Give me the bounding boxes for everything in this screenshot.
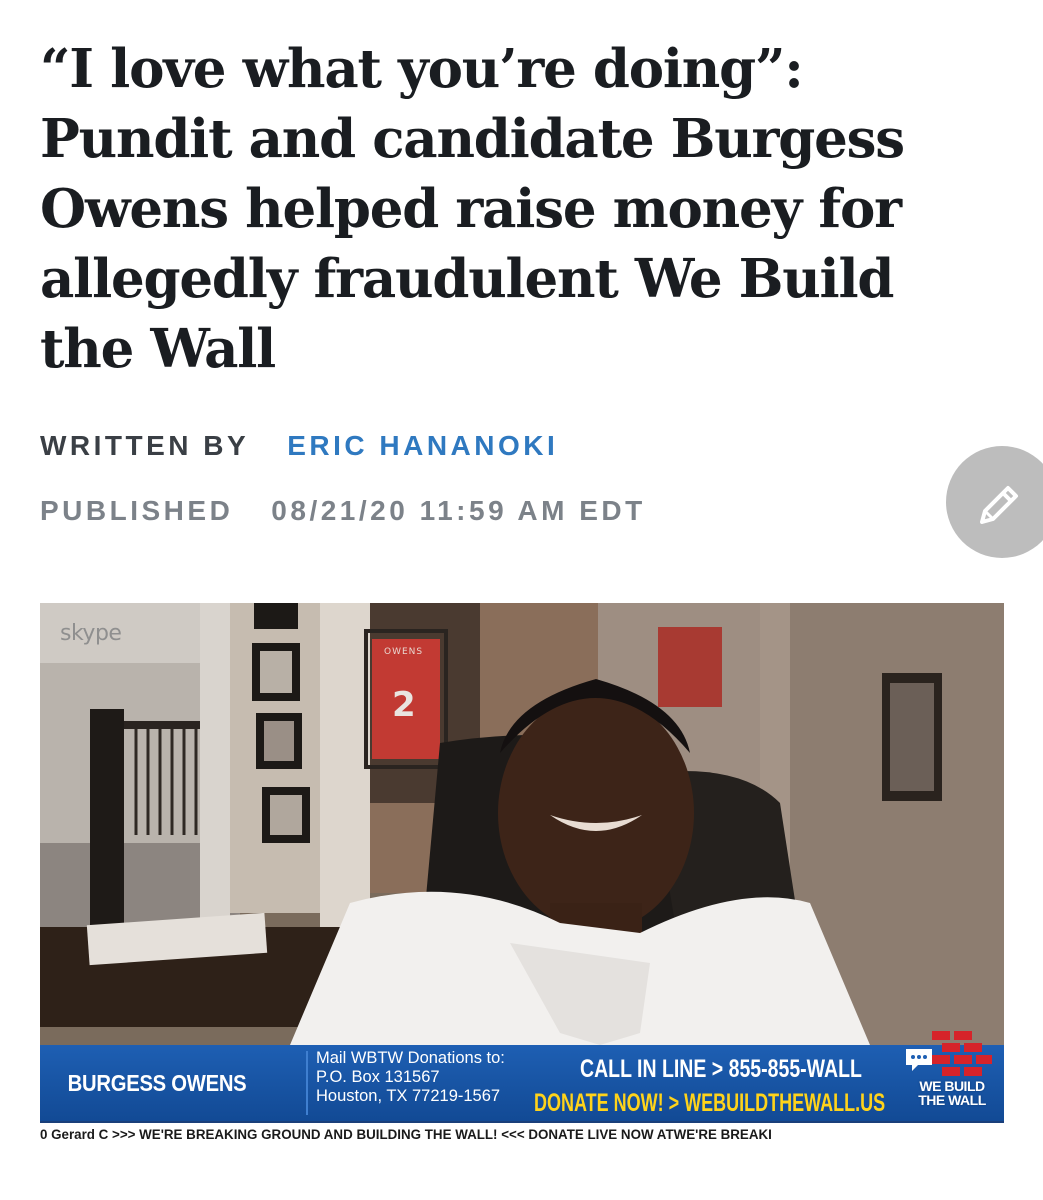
edit-button[interactable] (946, 446, 1043, 558)
published-label: PUBLISHED (40, 495, 234, 526)
logo-line-1: WE BUILD (919, 1078, 985, 1094)
pencil-icon (980, 486, 1018, 524)
news-ticker: 0 Gerard C >>> WE'RE BREAKING GROUND AND… (40, 1121, 1004, 1147)
logo-text: WE BUILD THE WALL (904, 1079, 1000, 1107)
published-date: 08/21/20 11:59 AM EDT (271, 495, 646, 526)
mail-address: Mail WBTW Donations to: P.O. Box 131567 … (316, 1049, 546, 1106)
skype-watermark: skype (60, 621, 122, 646)
logo-line-2: THE WALL (918, 1092, 986, 1108)
speaker-name: BURGESS OWENS (67, 1069, 247, 1096)
mail-line-1: Mail WBTW Donations to: (316, 1049, 505, 1067)
byline: WRITTEN BY ERIC HANANOKI (40, 430, 558, 462)
jersey-number: 2 (392, 685, 416, 725)
article-headline: “I love what you’re doing”: Pundit and c… (40, 38, 905, 380)
lower-third-banner: BURGESS OWENS Mail WBTW Donations to: P.… (40, 1031, 1004, 1121)
mail-line-2: P.O. Box 131567 (316, 1068, 440, 1086)
jersey-name: OWENS (384, 647, 424, 657)
ticker-text: 0 Gerard C >>> WE'RE BREAKING GROUND AND… (40, 1127, 772, 1142)
banner-divider (306, 1051, 308, 1115)
publish-info: PUBLISHED 08/21/20 11:59 AM EDT (40, 495, 646, 527)
written-by-label: WRITTEN BY (40, 430, 250, 461)
author-link[interactable]: ERIC HANANOKI (287, 430, 558, 461)
call-in-line: CALL IN LINE > 855-855-WALL (580, 1055, 862, 1083)
donate-line: DONATE NOW! > WEBUILDTHEWALL.US (534, 1089, 886, 1117)
mail-line-3: Houston, TX 77219-1567 (316, 1087, 501, 1105)
video-still[interactable]: skype OWENS 2 BURGESS OWENS Mail WBTW Do… (40, 603, 1004, 1147)
